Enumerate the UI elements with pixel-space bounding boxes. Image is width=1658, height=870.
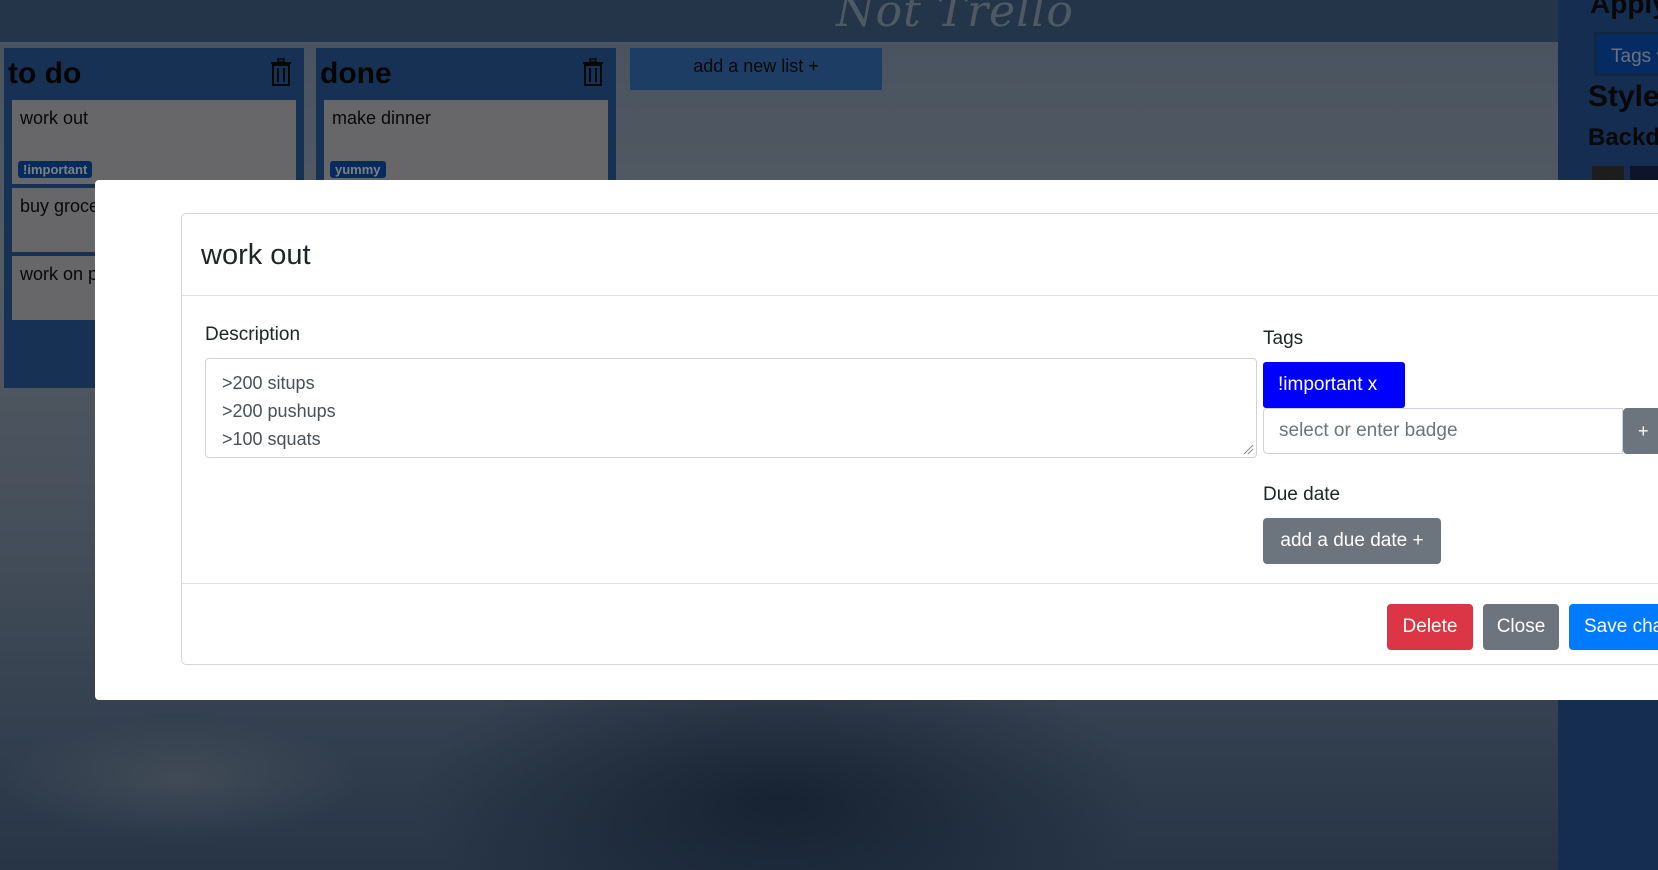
- modal-footer: Delete Close Save cha: [182, 584, 1658, 664]
- add-due-date-button[interactable]: add a due date +: [1263, 518, 1441, 564]
- due-date-label: Due date: [1263, 484, 1341, 505]
- modal-dialog: work out Description >200 situps >200 pu…: [95, 180, 1658, 700]
- description-line: >200 situps: [222, 373, 315, 393]
- badge-input[interactable]: select or enter badge: [1263, 408, 1623, 454]
- add-badge-button[interactable]: +: [1623, 408, 1658, 454]
- close-button[interactable]: Close: [1483, 604, 1559, 650]
- description-label: Description: [205, 324, 301, 345]
- tags-label: Tags: [1263, 328, 1304, 349]
- modal-content: work out Description >200 situps >200 pu…: [181, 213, 1658, 665]
- description-line: >100 squats: [222, 429, 321, 449]
- description-textarea[interactable]: >200 situps >200 pushups >100 squats: [205, 358, 1257, 458]
- tag-chip-important[interactable]: !important x: [1263, 362, 1405, 408]
- description-line: >200 pushups: [222, 401, 336, 421]
- delete-button[interactable]: Delete: [1387, 604, 1473, 650]
- modal-title: work out: [201, 239, 311, 271]
- modal-body: Description >200 situps >200 pushups >10…: [182, 296, 1658, 584]
- modal-header: work out: [182, 214, 1658, 296]
- save-changes-button[interactable]: Save cha: [1569, 604, 1658, 650]
- resize-handle-icon[interactable]: [1242, 443, 1254, 455]
